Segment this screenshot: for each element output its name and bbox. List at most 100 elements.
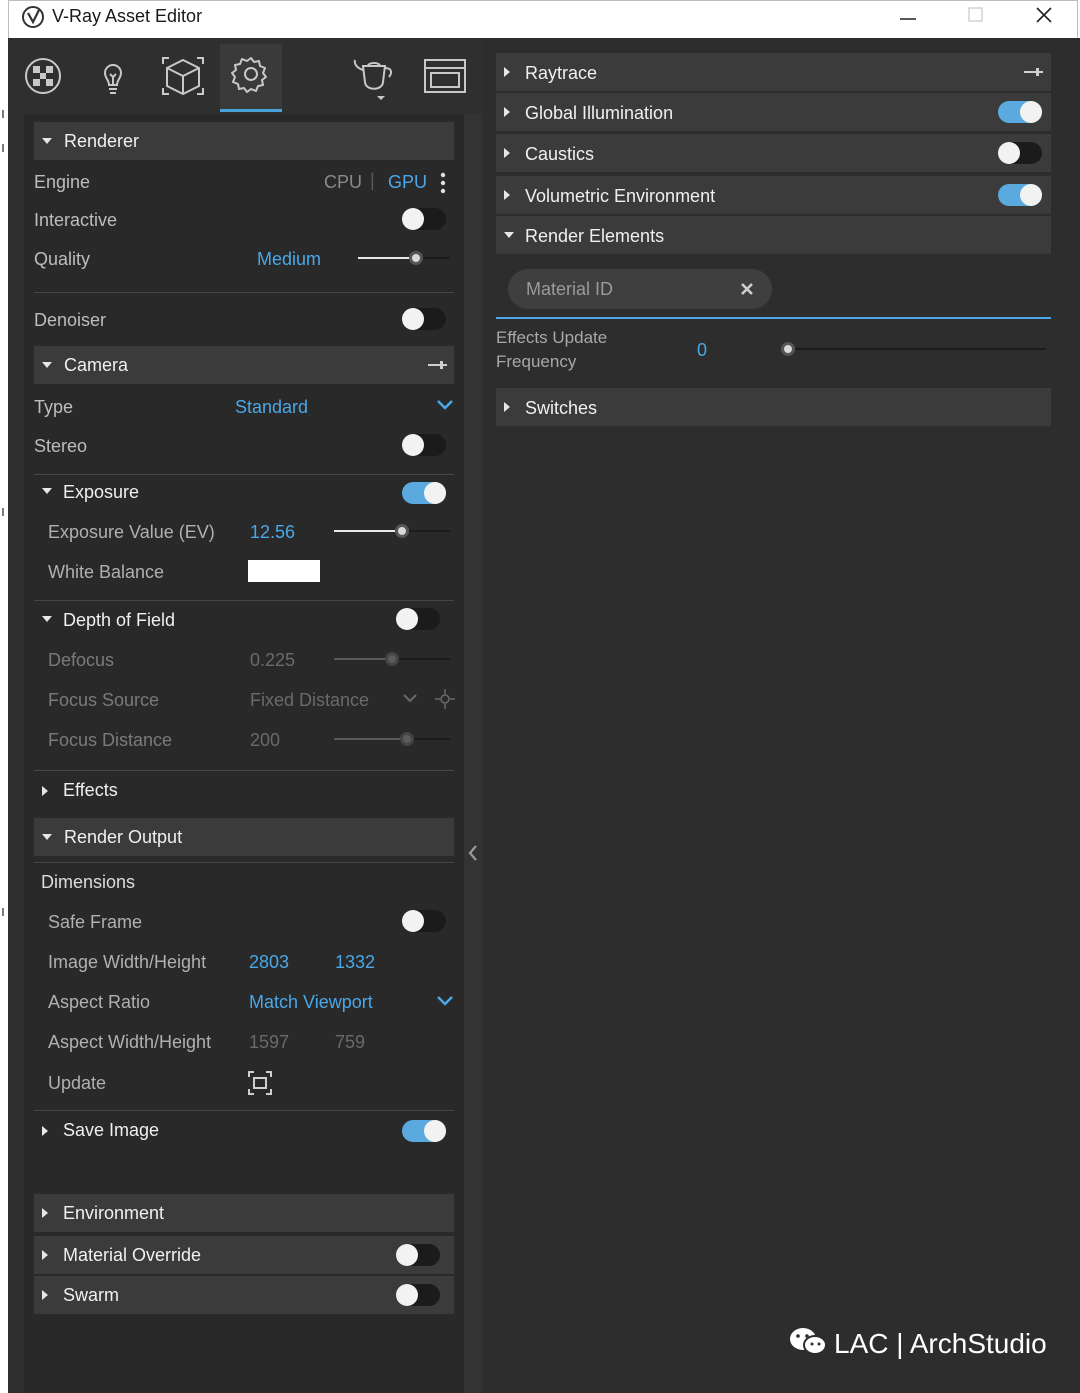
materials-icon bbox=[23, 56, 63, 101]
denoiser-label: Denoiser bbox=[34, 310, 107, 330]
global-illumination-toggle[interactable] bbox=[998, 101, 1042, 123]
stereo-toggle[interactable] bbox=[402, 434, 446, 456]
depth-of-field-title[interactable]: Depth of Field bbox=[63, 610, 175, 631]
switches-section-header[interactable]: Switches bbox=[496, 388, 1051, 426]
effects-title[interactable]: Effects bbox=[63, 780, 118, 801]
aspect-width-height-label: Aspect Width/Height bbox=[48, 1032, 212, 1052]
expand-arrow-icon bbox=[42, 1250, 48, 1260]
separator bbox=[34, 474, 454, 475]
camera-section-header[interactable]: Camera bbox=[34, 346, 454, 384]
pin-icon[interactable] bbox=[1022, 65, 1044, 84]
category-toolbar bbox=[8, 38, 482, 116]
maximize-button[interactable] bbox=[944, 1, 1008, 33]
renderer-title: Renderer bbox=[64, 131, 140, 151]
save-image-toggle[interactable] bbox=[402, 1120, 446, 1142]
defocus-label: Defocus bbox=[48, 650, 115, 670]
focus-distance-slider[interactable] bbox=[334, 732, 450, 746]
expand-arrow-icon bbox=[504, 67, 510, 77]
focus-source-dropdown[interactable]: Fixed Distance bbox=[250, 690, 369, 711]
exposure-title[interactable]: Exposure bbox=[63, 482, 139, 503]
aspect-ratio-dropdown[interactable]: Match Viewport bbox=[249, 992, 373, 1013]
left-edge bbox=[0, 38, 8, 1393]
white-balance-swatch[interactable] bbox=[248, 560, 320, 582]
defocus-value[interactable]: 0.225 bbox=[250, 650, 295, 671]
separator bbox=[34, 770, 454, 771]
caustics-toggle[interactable] bbox=[998, 142, 1042, 164]
interactive-toggle[interactable] bbox=[402, 208, 446, 230]
watermark-text: LAC | ArchStudio bbox=[834, 1328, 1047, 1359]
chevron-down-icon[interactable] bbox=[436, 994, 454, 1012]
chevron-down-icon[interactable] bbox=[436, 398, 454, 416]
window-title: V-Ray Asset Editor bbox=[52, 6, 203, 26]
render-elements-underline bbox=[496, 317, 1051, 319]
update-label: Update bbox=[48, 1073, 107, 1093]
quality-value: Medium bbox=[257, 249, 322, 269]
cube-icon bbox=[160, 54, 206, 103]
swarm-toggle[interactable] bbox=[396, 1284, 440, 1306]
minimize-button[interactable] bbox=[876, 1, 940, 33]
lights-tab[interactable] bbox=[82, 44, 144, 112]
engine-cpu-option[interactable]: CPU bbox=[324, 172, 362, 193]
volumetric-environment-title: Volumetric Environment bbox=[525, 186, 716, 206]
exposure-toggle[interactable] bbox=[402, 482, 446, 504]
separator bbox=[34, 1110, 454, 1111]
more-options-icon[interactable] bbox=[440, 172, 446, 199]
exposure-value-field[interactable]: 12.56 bbox=[250, 522, 295, 543]
render-elements-section-header[interactable]: Render Elements bbox=[496, 216, 1051, 254]
render-button[interactable] bbox=[344, 44, 406, 112]
chevron-down-icon[interactable] bbox=[402, 692, 418, 710]
environment-title: Environment bbox=[63, 1203, 165, 1223]
image-height-field[interactable]: 1332 bbox=[335, 952, 375, 973]
volumetric-environment-section-header[interactable]: Volumetric Environment bbox=[496, 176, 1051, 214]
material-id-label: Material ID bbox=[526, 279, 614, 299]
denoiser-toggle[interactable] bbox=[402, 308, 446, 330]
collapse-panel-icon[interactable] bbox=[467, 844, 479, 867]
swarm-section-header[interactable]: Swarm bbox=[34, 1276, 454, 1314]
safe-frame-toggle[interactable] bbox=[402, 910, 446, 932]
effects-update-value[interactable]: 0 bbox=[697, 340, 707, 361]
close-button[interactable] bbox=[1012, 1, 1076, 33]
quality-slider[interactable] bbox=[358, 251, 450, 265]
expand-arrow-icon bbox=[504, 402, 510, 412]
frame-buffer-button[interactable] bbox=[414, 44, 476, 112]
save-image-title[interactable]: Save Image bbox=[63, 1120, 159, 1141]
camera-type-dropdown[interactable]: Standard bbox=[235, 397, 308, 418]
depth-of-field-toggle[interactable] bbox=[396, 608, 440, 630]
engine-separator: | bbox=[370, 170, 375, 190]
raytrace-title: Raytrace bbox=[525, 63, 598, 83]
defocus-slider[interactable] bbox=[334, 652, 450, 666]
aspect-width-field[interactable]: 1597 bbox=[249, 1032, 289, 1053]
global-illumination-title: Global Illumination bbox=[525, 103, 674, 123]
effects-update-slider[interactable] bbox=[781, 342, 1046, 356]
panel-splitter[interactable] bbox=[464, 114, 482, 1393]
materials-tab[interactable] bbox=[12, 44, 74, 112]
aspect-height-field[interactable]: 759 bbox=[335, 1032, 365, 1053]
close-icon bbox=[1034, 5, 1054, 30]
exposure-value-slider[interactable] bbox=[334, 524, 450, 538]
editor-body: Renderer Engine CPU | GPU Interactive Qu… bbox=[8, 38, 1080, 1393]
engine-gpu-option[interactable]: GPU bbox=[388, 172, 427, 193]
gear-icon bbox=[230, 53, 272, 100]
settings-tab[interactable] bbox=[220, 44, 282, 112]
material-override-section-header[interactable]: Material Override bbox=[34, 1236, 454, 1274]
raytrace-section-header[interactable]: Raytrace bbox=[496, 53, 1051, 91]
update-frame-icon[interactable] bbox=[247, 1070, 273, 1101]
pin-icon[interactable] bbox=[426, 358, 448, 377]
environment-section-header[interactable]: Environment bbox=[34, 1194, 454, 1232]
global-illumination-section-header[interactable]: Global Illumination bbox=[496, 93, 1051, 131]
material-override-toggle[interactable] bbox=[396, 1244, 440, 1266]
volumetric-environment-toggle[interactable] bbox=[998, 184, 1042, 206]
focus-distance-value[interactable]: 200 bbox=[250, 730, 280, 751]
image-width-field[interactable]: 2803 bbox=[249, 952, 289, 973]
crosshair-icon[interactable] bbox=[434, 688, 456, 715]
collapse-arrow-icon bbox=[42, 138, 52, 144]
renderer-section-header[interactable]: Renderer bbox=[34, 122, 454, 160]
caustics-section-header[interactable]: Caustics bbox=[496, 134, 1051, 172]
material-id-chip[interactable]: Material ID bbox=[508, 269, 772, 309]
teapot-icon bbox=[351, 50, 399, 107]
remove-icon[interactable] bbox=[740, 282, 754, 301]
expand-arrow-icon bbox=[42, 1126, 48, 1136]
geometry-tab[interactable] bbox=[152, 44, 214, 112]
render-output-section-header[interactable]: Render Output bbox=[34, 818, 454, 856]
stereo-label: Stereo bbox=[34, 436, 88, 456]
